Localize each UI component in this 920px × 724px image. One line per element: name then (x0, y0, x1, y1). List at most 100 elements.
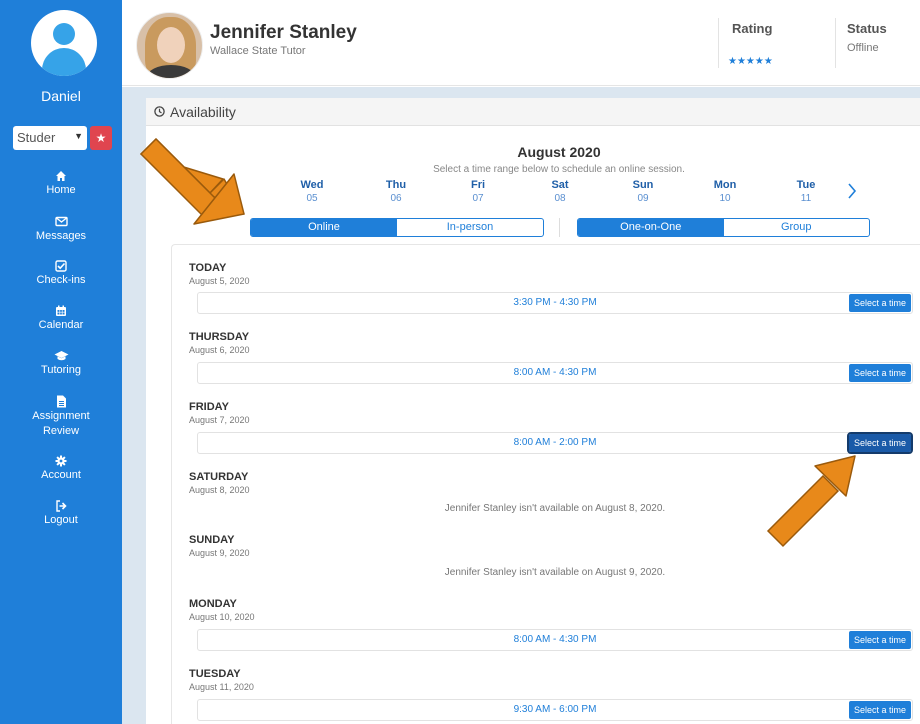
month-title: August 2020 (517, 144, 601, 160)
schedule-day-label: SUNDAY (189, 534, 235, 546)
nav-logout[interactable]: Logout (0, 500, 122, 526)
rating-label: Rating (732, 21, 773, 36)
schedule-day-label: FRIDAY (189, 401, 229, 413)
chevron-right-icon[interactable] (845, 182, 859, 200)
nav-calendar[interactable]: Calendar (0, 305, 122, 331)
day-name: Sat (551, 179, 569, 191)
time-slot-range: 9:30 AM - 6:00 PM (513, 704, 597, 715)
time-slot[interactable]: 3:30 PM - 4:30 PM Select a time (197, 292, 913, 314)
availability-panel: Availability August 2020 Select a time r… (146, 98, 920, 724)
user-name: Daniel (41, 88, 81, 104)
chevron-down-icon: ▼ (74, 131, 83, 141)
favorite-star-button[interactable]: ★ (90, 126, 112, 150)
schedule-day-date: August 8, 2020 (189, 485, 250, 495)
document-icon (0, 395, 122, 409)
nav-home[interactable]: Home (0, 170, 122, 196)
home-icon (0, 170, 122, 184)
day-date: 06 (390, 193, 402, 204)
day-date: 08 (554, 193, 566, 204)
day-date: 05 (306, 193, 318, 204)
nav-calendar-label: Calendar (38, 319, 84, 331)
schedule-list (171, 244, 920, 724)
schedule-day-date: August 7, 2020 (189, 415, 250, 425)
nav-messages-label: Messages (35, 230, 87, 242)
schedule-day-date: August 5, 2020 (189, 276, 250, 286)
sidebar: Daniel Studer ▼ ★ Home Messages Check-in… (0, 0, 122, 724)
nav-assignment-review[interactable]: Assignment Review (0, 395, 122, 439)
session-mode-toggle: Online In-person (250, 218, 544, 237)
availability-title: Availability (170, 104, 236, 120)
calendar-icon (0, 305, 122, 319)
tutor-photo-face (157, 27, 185, 63)
day-column[interactable]: Tue 11 (776, 179, 836, 204)
day-column[interactable]: Thu 06 (366, 179, 426, 204)
clock-icon (154, 106, 165, 117)
select-time-button[interactable]: Select a time (849, 364, 911, 382)
schedule-day-date: August 10, 2020 (189, 612, 255, 622)
tutor-subtitle: Wallace State Tutor (210, 45, 306, 57)
tutor-photo (136, 12, 203, 79)
nav-assignment-review-label: Assignment Review (32, 410, 90, 437)
status-value: Offline (847, 42, 879, 54)
select-time-button[interactable]: Select a time (847, 432, 913, 454)
select-time-button[interactable]: Select a time (849, 631, 911, 649)
time-slot[interactable]: 8:00 AM - 4:30 PM Select a time (197, 629, 913, 651)
toggle-divider (559, 218, 560, 237)
nav-tutoring[interactable]: Tutoring (0, 350, 122, 376)
nav-account[interactable]: Account (0, 455, 122, 481)
tutor-header: Jennifer Stanley Wallace State Tutor Rat… (122, 0, 920, 86)
day-column[interactable]: Mon 10 (695, 179, 755, 204)
nav-logout-label: Logout (44, 514, 78, 526)
day-name: Wed (300, 179, 324, 191)
availability-panel-header: Availability (146, 98, 920, 126)
tutor-name: Jennifer Stanley (210, 22, 357, 43)
day-column[interactable]: Wed 05 (282, 179, 342, 204)
day-column[interactable]: Sun 09 (613, 179, 673, 204)
time-slot-range: 8:00 AM - 2:00 PM (513, 437, 597, 448)
role-select[interactable]: Studer ▼ (13, 126, 87, 150)
time-slot[interactable]: 8:00 AM - 4:30 PM Select a time (197, 362, 913, 384)
time-slot-range: 8:00 AM - 4:30 PM (513, 634, 597, 645)
type-group-option[interactable]: Group (724, 219, 870, 236)
sign-out-icon (0, 500, 122, 514)
day-column[interactable]: Fri 07 (448, 179, 508, 204)
gear-icon (0, 455, 122, 469)
status-label: Status (847, 21, 887, 36)
schedule-day-label: MONDAY (189, 598, 237, 610)
schedule-day-label: TODAY (189, 262, 227, 274)
select-time-button[interactable]: Select a time (849, 701, 911, 719)
header-divider (835, 18, 836, 68)
nav-tutoring-label: Tutoring (41, 364, 81, 376)
time-slot[interactable]: 9:30 AM - 6:00 PM Select a time (197, 699, 913, 721)
nav-messages[interactable]: Messages (0, 216, 122, 242)
schedule-day-label: TUESDAY (189, 668, 241, 680)
nav-check-ins-label: Check-ins (36, 274, 86, 286)
envelope-icon (0, 216, 122, 230)
day-date: 11 (800, 193, 812, 204)
time-slot-range: 3:30 PM - 4:30 PM (513, 297, 597, 308)
select-time-button[interactable]: Select a time (849, 294, 911, 312)
avatar-body-shape (42, 48, 86, 76)
day-name: Mon (713, 179, 737, 191)
day-name: Tue (796, 179, 816, 191)
avatar-head-shape (53, 23, 75, 45)
time-slot-range: 8:00 AM - 4:30 PM (513, 367, 597, 378)
day-column[interactable]: Sat 08 (530, 179, 590, 204)
time-slot[interactable]: 8:00 AM - 2:00 PM Select a time (197, 432, 913, 454)
nav-check-ins[interactable]: Check-ins (0, 260, 122, 286)
day-name: Sun (632, 179, 654, 191)
session-type-toggle: One-on-One Group (577, 218, 870, 237)
day-date: 09 (637, 193, 649, 204)
mode-in-person-option[interactable]: In-person (397, 219, 543, 236)
type-one-on-one-option[interactable]: One-on-One (578, 219, 724, 236)
user-avatar[interactable] (31, 10, 97, 76)
schedule-day-label: SATURDAY (189, 471, 249, 483)
star-icon: ★ (95, 131, 107, 145)
day-name: Thu (385, 179, 407, 191)
checkbox-icon (0, 260, 122, 274)
mode-online-option[interactable]: Online (251, 219, 397, 236)
day-date: 07 (472, 193, 484, 204)
day-date: 10 (719, 193, 731, 204)
schedule-day-date: August 6, 2020 (189, 345, 250, 355)
graduation-cap-icon (0, 350, 122, 364)
